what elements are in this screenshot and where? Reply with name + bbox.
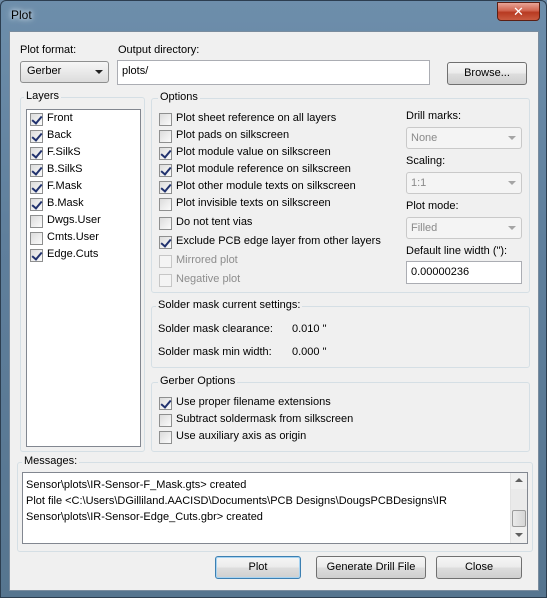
message-line: Plot file <C:\Users\DGilliland.AACISD\Do…: [26, 495, 447, 507]
scroll-thumb[interactable]: [512, 510, 526, 527]
scaling-value: 1:1: [411, 177, 427, 189]
option-label: Plot pads on silkscreen: [176, 129, 290, 141]
message-line: Sensor\plots\IR-Sensor-F_Mask.gts> creat…: [26, 479, 247, 491]
layers-group-title: Layers: [24, 90, 62, 102]
solder-mask-group-title: Solder mask current settings:: [156, 299, 303, 311]
scaling-label: Scaling:: [406, 155, 446, 167]
plot-mode-label: Plot mode:: [406, 200, 459, 212]
scroll-down-icon[interactable]: [511, 527, 527, 543]
message-line: Sensor\plots\IR-Sensor-Edge_Cuts.gbr> cr…: [26, 511, 263, 523]
generate-drill-file-button[interactable]: Generate Drill File: [316, 556, 426, 579]
browse-button[interactable]: Browse...: [447, 62, 527, 85]
layer-label: B.SilkS: [47, 163, 83, 175]
messages-log[interactable]: Sensor\plots\IR-Sensor-F_Mask.gts> creat…: [22, 472, 528, 544]
checkbox[interactable]: [159, 431, 172, 444]
layer-label: Edge.Cuts: [47, 248, 99, 260]
option-label: Negative plot: [176, 273, 241, 285]
plot-format-value: Gerber: [27, 65, 62, 77]
checkbox[interactable]: [159, 255, 172, 268]
solder-mask-min-width-label: Solder mask min width:: [158, 346, 272, 358]
layer-label: F.SilkS: [47, 146, 81, 158]
plot-format-select[interactable]: Gerber: [20, 61, 109, 83]
layer-label: Cmts.User: [47, 231, 99, 243]
drill-marks-label: Drill marks:: [406, 110, 461, 122]
layers-list: Front Back F.SilkS B.SilkS F.Mask B.Mask: [26, 109, 141, 447]
checkbox[interactable]: [30, 215, 43, 228]
gerber-option-label: Use proper filename extensions: [176, 396, 331, 408]
checkbox[interactable]: [30, 198, 43, 211]
solder-mask-group: [151, 306, 530, 368]
checkbox[interactable]: [159, 236, 172, 249]
option-label: Plot invisible texts on silkscreen: [176, 197, 331, 209]
title-bar: Plot ✕: [1, 1, 546, 29]
gerber-options-group-title: Gerber Options: [158, 375, 238, 387]
checkbox[interactable]: [159, 164, 172, 177]
output-directory-input[interactable]: plots/: [117, 60, 430, 85]
output-directory-value: plots/: [122, 65, 149, 77]
close-button[interactable]: Close: [436, 556, 522, 579]
option-label: Plot module value on silkscreen: [176, 146, 331, 158]
checkbox[interactable]: [159, 130, 172, 143]
checkbox[interactable]: [159, 274, 172, 287]
messages-scrollbar[interactable]: [510, 473, 527, 543]
checkbox[interactable]: [159, 181, 172, 194]
checkbox[interactable]: [30, 232, 43, 245]
checkbox[interactable]: [159, 217, 172, 230]
window-title: Plot: [11, 8, 32, 22]
layer-label: B.Mask: [47, 197, 84, 209]
checkbox[interactable]: [159, 147, 172, 160]
messages-group-title: Messages:: [22, 455, 80, 467]
gerber-option-label: Subtract soldermask from silkscreen: [176, 413, 354, 425]
gerber-option-label: Use auxiliary axis as origin: [176, 430, 307, 442]
plot-dialog: Plot ✕ Plot format: Gerber Output direct…: [0, 0, 547, 598]
option-label: Do not tent vias: [176, 216, 253, 228]
plot-button[interactable]: Plot: [215, 556, 301, 579]
solder-mask-clearance-value: 0.010 ": [292, 323, 327, 335]
close-icon: ✕: [513, 4, 524, 19]
options-group-title: Options: [158, 91, 200, 103]
plot-format-label: Plot format:: [20, 44, 77, 56]
layer-label: F.Mask: [47, 180, 82, 192]
option-label: Plot module reference on silkscreen: [176, 163, 351, 175]
checkbox[interactable]: [30, 130, 43, 143]
drill-marks-select[interactable]: None: [406, 127, 522, 149]
chevron-down-icon: [508, 226, 516, 230]
line-width-label: Default line width ("):: [406, 245, 508, 257]
checkbox[interactable]: [30, 147, 43, 160]
line-width-input[interactable]: 0.00000236: [406, 261, 522, 284]
checkbox[interactable]: [159, 414, 172, 427]
chevron-down-icon: [508, 136, 516, 140]
solder-mask-clearance-label: Solder mask clearance:: [158, 323, 273, 335]
option-label: Mirrored plot: [176, 254, 238, 266]
checkbox[interactable]: [159, 397, 172, 410]
layer-label: Back: [47, 129, 72, 141]
checkbox[interactable]: [30, 164, 43, 177]
checkbox[interactable]: [30, 249, 43, 262]
option-label: Plot other module texts on silkscreen: [176, 180, 356, 192]
chevron-down-icon: [508, 181, 516, 185]
layer-label: Front: [47, 112, 73, 124]
plot-mode-select[interactable]: Filled: [406, 217, 522, 239]
option-label: Plot sheet reference on all layers: [176, 112, 337, 124]
checkbox[interactable]: [159, 198, 172, 211]
window-close-button[interactable]: ✕: [497, 2, 540, 21]
plot-mode-value: Filled: [411, 222, 438, 234]
drill-marks-value: None: [411, 132, 438, 144]
solder-mask-min-width-value: 0.000 ": [292, 346, 327, 358]
checkbox[interactable]: [30, 181, 43, 194]
checkbox[interactable]: [30, 113, 43, 126]
scroll-up-icon[interactable]: [511, 473, 527, 489]
chevron-down-icon: [95, 70, 103, 74]
layer-label: Dwgs.User: [47, 214, 101, 226]
line-width-value: 0.00000236: [411, 266, 470, 278]
output-directory-label: Output directory:: [118, 44, 200, 56]
dialog-client-area: Plot format: Gerber Output directory: pl…: [9, 31, 539, 591]
checkbox[interactable]: [159, 113, 172, 126]
scaling-select[interactable]: 1:1: [406, 172, 522, 194]
option-label: Exclude PCB edge layer from other layers: [176, 235, 381, 247]
